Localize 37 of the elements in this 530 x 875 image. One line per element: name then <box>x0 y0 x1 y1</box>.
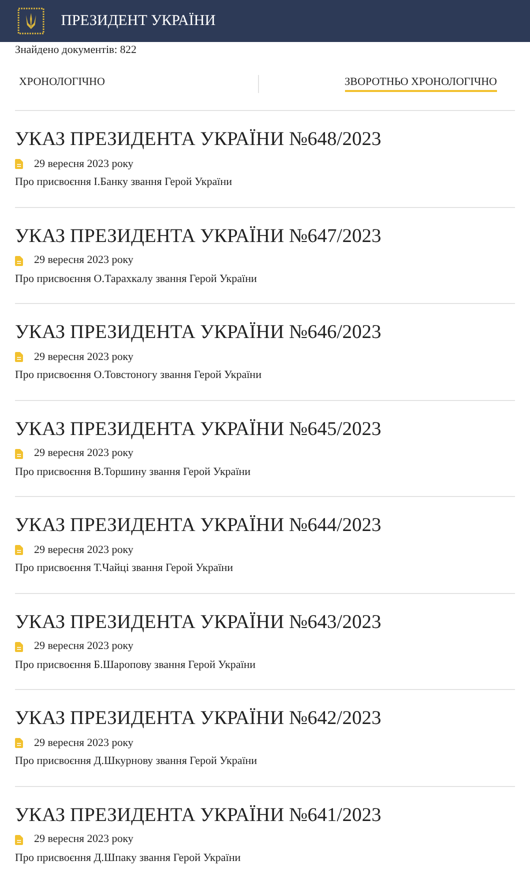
document-title[interactable]: УКАЗ ПРЕЗИДЕНТА УКРАЇНИ №641/2023 <box>15 802 382 828</box>
document-summary: Про присвоєння Д.Шкурнову звання Герой України <box>15 754 258 768</box>
document-date: 29 вересня 2023 року <box>34 350 134 365</box>
document-icon <box>15 352 23 362</box>
document-title[interactable]: УКАЗ ПРЕЗИДЕНТА УКРАЇНИ №648/2023 <box>15 127 382 153</box>
document-icon <box>15 159 23 169</box>
found-count: Знайдено документів: 822 <box>15 43 137 57</box>
document-date: 29 вересня 2023 року <box>34 736 134 751</box>
document-summary: Про присвоєння В.Торшину звання Герой України <box>15 464 251 478</box>
document-date: 29 вересня 2023 року <box>34 446 134 462</box>
document-title[interactable]: УКАЗ ПРЕЗИДЕНТА УКРАЇНИ №647/2023 <box>15 224 382 250</box>
document-icon <box>15 738 23 748</box>
trident-emblem-icon <box>17 7 45 35</box>
document-date: 29 вересня 2023 року <box>34 639 134 654</box>
document-icon <box>15 545 23 555</box>
document-date: 29 вересня 2023 року <box>34 832 134 848</box>
document-title[interactable]: УКАЗ ПРЕЗИДЕНТА УКРАЇНИ №642/2023 <box>15 706 382 732</box>
document-summary: Про присвоєння О.Товстоногу звання Герой України <box>15 368 262 382</box>
document-title[interactable]: УКАЗ ПРЕЗИДЕНТА УКРАЇНИ №643/2023 <box>15 610 382 636</box>
document-title[interactable]: УКАЗ ПРЕЗИДЕНТА УКРАЇНИ №644/2023 <box>15 513 382 539</box>
document-icon <box>15 834 23 844</box>
document-title[interactable]: УКАЗ ПРЕЗИДЕНТА УКРАЇНИ №645/2023 <box>15 416 382 442</box>
document-date: 29 вересня 2023 року <box>34 542 134 558</box>
document-summary: Про присвоєння Т.Чайці звання Герой України <box>15 561 234 575</box>
document-date: 29 вересня 2023 року <box>34 253 134 268</box>
site-title[interactable]: ПРЕЗИДЕНТ УКРАЇНИ <box>61 10 216 32</box>
document-summary: Про присвоєння Д.Шпаку звання Герой України <box>15 850 241 864</box>
document-summary: Про присвоєння О.Тарахкалу звання Герой України <box>15 272 257 286</box>
document-icon <box>15 448 23 458</box>
document-title[interactable]: УКАЗ ПРЕЗИДЕНТА УКРАЇНИ №646/2023 <box>15 320 382 346</box>
document-summary: Про присвоєння Б.Шаропову звання Герой України <box>15 658 256 672</box>
document-icon <box>15 256 23 266</box>
document-summary: Про присвоєння І.Банку звання Герой України <box>15 175 232 189</box>
document-date: 29 вересня 2023 року <box>34 156 134 172</box>
sort-tab[interactable]: ХРОНОЛОГІЧНО <box>19 75 105 92</box>
document-icon <box>15 642 23 652</box>
sort-tab[interactable]: ЗВОРОТНЬО ХРОНОЛОГІЧНО <box>344 75 497 92</box>
